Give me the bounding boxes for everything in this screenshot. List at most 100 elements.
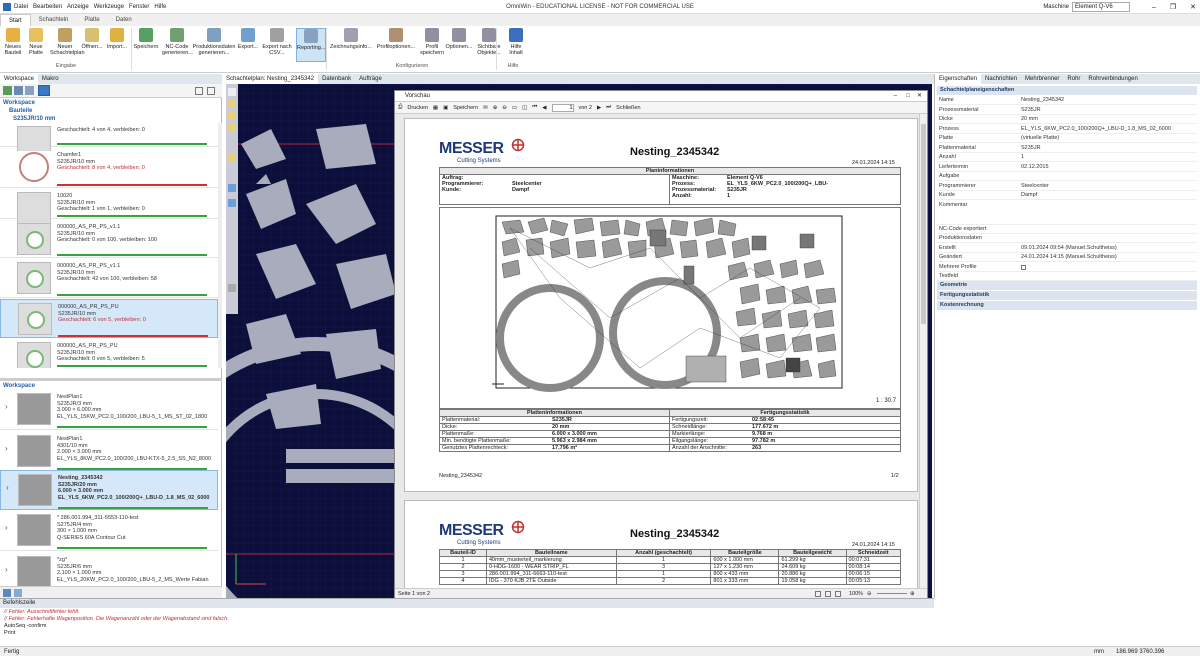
property-row[interactable]: Anzahl 1	[937, 153, 1197, 163]
panel-options-icon[interactable]	[207, 87, 215, 95]
menu-hilfe[interactable]: Hilfe	[154, 4, 166, 10]
export-button[interactable]: Export...	[236, 28, 260, 62]
nestplan-item[interactable]: › * 286.001.994_311-5553-110-test S275JR/4…	[0, 511, 218, 551]
machine-dropdown[interactable]: Element Q-V6	[1072, 2, 1130, 12]
property-value[interactable]: EL_YLS_6KW_PC2.0_100/200Q+_LBU-D_1.8_MS_…	[1021, 125, 1171, 134]
nestplan-item[interactable]: › *zg* S235JR/6 mm 2.100 × 1.000 mm EL_YLS_2…	[0, 553, 218, 586]
minimize-icon[interactable]: –	[1152, 4, 1156, 11]
tree-view-icon[interactable]	[14, 86, 23, 95]
neue-platte-button[interactable]: Neue Platte	[24, 28, 48, 62]
right-tab-rohr[interactable]: Rohr	[1063, 74, 1084, 84]
doc-tab-schachtelplan-nesting-2345342[interactable]: Schachtelplan: Nesting_2345342	[222, 74, 319, 84]
property-row[interactable]: Programmierer Steelcenter	[937, 182, 1197, 191]
property-row[interactable]: NC-Code exportiert	[937, 225, 1197, 234]
last-page-icon[interactable]: ⏭	[606, 104, 611, 111]
page-setup-icon[interactable]: ▦	[433, 105, 438, 111]
part-item[interactable]: 000000_AS_PR_PS_v1.1 S235JR/10 mm Geschach…	[0, 259, 218, 298]
part-item[interactable]: Geschachtelt: 4 von 4, verbleiben: 0	[0, 123, 218, 158]
select-tool-icon[interactable]	[228, 88, 236, 96]
first-page-icon[interactable]: ⏮	[532, 104, 537, 111]
prev-page-icon[interactable]: ◀	[542, 105, 546, 111]
page-number-input[interactable]	[551, 103, 574, 112]
sichtbare-objekte-button[interactable]: Sichtbare Objekte...	[474, 28, 504, 62]
property-value[interactable]: Dampf	[1021, 191, 1037, 200]
zeichnungsinfo-button[interactable]: Zeichnungsinfo...	[330, 28, 372, 62]
close-icon[interactable]: ✕	[1190, 3, 1196, 11]
ribbon-tab-platte[interactable]: Platte	[76, 14, 107, 26]
menu-fenster[interactable]: Fenster	[129, 4, 149, 10]
left-tab-makro[interactable]: Makro	[38, 74, 63, 84]
view-single-icon[interactable]	[815, 591, 821, 597]
property-value[interactable]: (virtuelle Platte)	[1021, 134, 1059, 143]
tree-header-parts[interactable]: Bauteile	[6, 107, 32, 115]
part-list-scrollbar[interactable]	[218, 123, 222, 368]
property-row[interactable]: Aufgabe	[937, 172, 1197, 182]
section-nestplan-properties[interactable]: Schachtelplaneigenschaften	[937, 86, 1197, 95]
doc-tab-auftr-ge[interactable]: Aufträge	[355, 74, 386, 84]
multi-page-icon[interactable]: ◫	[522, 105, 527, 111]
view-multi-icon[interactable]	[835, 591, 841, 597]
ffnen-button[interactable]: Öffnen...	[80, 28, 104, 62]
section-kostenrechnung[interactable]: Kostenrechnung	[937, 301, 1197, 310]
nc-code-generieren-button[interactable]: NC-Code generieren...	[162, 28, 193, 62]
zoom-out-icon[interactable]: ⊖	[502, 105, 507, 111]
property-row[interactable]: Plattenmaterial S235JR	[937, 144, 1197, 153]
rotate-tool-icon[interactable]	[228, 112, 236, 120]
zoom-tool-icon[interactable]	[228, 284, 236, 292]
property-value[interactable]: 24.01.2024 14:15 (Manuel.Schultheiss)	[1021, 253, 1117, 262]
property-row[interactable]: Liefertermin 02.12.2015	[937, 163, 1197, 172]
profiloptionen-button[interactable]: Profiloptionen...	[374, 28, 418, 62]
property-row[interactable]: Produktionsdaten	[937, 234, 1197, 244]
thumbnail-mode-icon[interactable]	[14, 589, 22, 597]
part-item[interactable]: 000000_AS_PR_PS_v1.1 S235JR/10 mm Geschach…	[0, 220, 218, 258]
close-preview-button[interactable]: Schließen	[616, 105, 640, 111]
tree-header-material[interactable]: S235JR/10 mm	[10, 115, 55, 123]
speichern-button[interactable]: Speichern	[132, 28, 160, 62]
grid-view-icon[interactable]	[38, 85, 50, 96]
part-item[interactable]: 10020 S235JR/10 mm Geschachtelt: 1 von 1, …	[0, 189, 218, 224]
property-value[interactable]: 02.12.2015	[1021, 163, 1049, 172]
nestplan-item[interactable]: › NestPlan1 S235JR/3 mm 3.000 × 6.000 mm EL_…	[0, 390, 218, 430]
section-fertigungsstatistik[interactable]: Fertigungsstatistik	[937, 291, 1197, 300]
save-icon[interactable]: ▣	[443, 105, 448, 111]
property-row[interactable]: Erstellt 09.01.2024 09:54 (Manuel.Schulth…	[937, 244, 1197, 253]
left-tab-workspace[interactable]: Workspace	[0, 74, 38, 84]
import-button[interactable]: Import...	[104, 28, 130, 62]
doc-tab-datenbank[interactable]: Datenbank	[318, 74, 355, 84]
single-page-icon[interactable]: ▭	[512, 105, 517, 111]
nestplan-item[interactable]: › NestPlan1 4301/10 mm 2.000 × 3.000 mm EL_Y…	[0, 432, 218, 472]
right-tab-eigenschaften[interactable]: Eigenschaften	[935, 74, 982, 84]
preview-minimize-icon[interactable]: –	[894, 91, 897, 102]
expand-arrow-icon[interactable]: ›	[6, 483, 9, 492]
draw-tool-icon[interactable]	[228, 199, 236, 207]
neues-bauteil-button[interactable]: Neues Bauteil	[2, 28, 24, 62]
maximize-icon[interactable]: ❐	[1170, 3, 1176, 11]
reporting-button[interactable]: Reporting...	[296, 28, 326, 62]
save-button[interactable]: Speichern	[453, 105, 478, 111]
part-item[interactable]: 000000_AS_PR_PS_PU S235JR/10 mm Geschachte…	[0, 339, 218, 368]
preview-vertical-scrollbar[interactable]	[919, 114, 927, 588]
multiple-profiles-checkbox[interactable]	[1021, 264, 1026, 270]
produktionsdaten-generieren-button[interactable]: Produktionsdaten generieren...	[192, 28, 236, 62]
menu-bearbeiten[interactable]: Bearbeiten	[33, 4, 62, 10]
ribbon-tab-schachteln[interactable]: Schachteln	[31, 14, 77, 26]
measure-tool-icon[interactable]	[228, 184, 236, 192]
property-row[interactable]: Dicke 20 mm	[937, 115, 1197, 125]
print-icon[interactable]: ⎙	[398, 104, 402, 111]
optionen-button[interactable]: Optionen...	[444, 28, 474, 62]
print-button[interactable]: Drucken	[407, 105, 427, 111]
property-row[interactable]: Mehrere Profile	[937, 263, 1197, 272]
property-value[interactable]: Steelcenter	[1021, 182, 1049, 191]
right-tab-nachrichten[interactable]: Nachrichten	[981, 74, 1021, 84]
zoom-in-icon[interactable]: ⊕	[493, 105, 498, 111]
expand-arrow-icon[interactable]: ›	[5, 523, 8, 532]
nestplan-item[interactable]: › Nesting_2345342 S235JR/20 mm 6.000 × 3.00…	[0, 470, 218, 510]
neuer-schachtelplan-button[interactable]: Neuer Schachtelplan	[50, 28, 85, 62]
list-view-icon[interactable]	[25, 86, 34, 95]
view-double-icon[interactable]	[825, 591, 831, 597]
right-tab-mehrbrenner[interactable]: Mehrbrenner	[1021, 74, 1063, 84]
menu-datei[interactable]: Datei	[14, 4, 28, 10]
property-row[interactable]: Platte (virtuelle Platte)	[937, 134, 1197, 144]
refresh-icon[interactable]	[3, 86, 12, 95]
hilfe-inhalt-button[interactable]: Hilfe Inhalt	[506, 28, 526, 62]
